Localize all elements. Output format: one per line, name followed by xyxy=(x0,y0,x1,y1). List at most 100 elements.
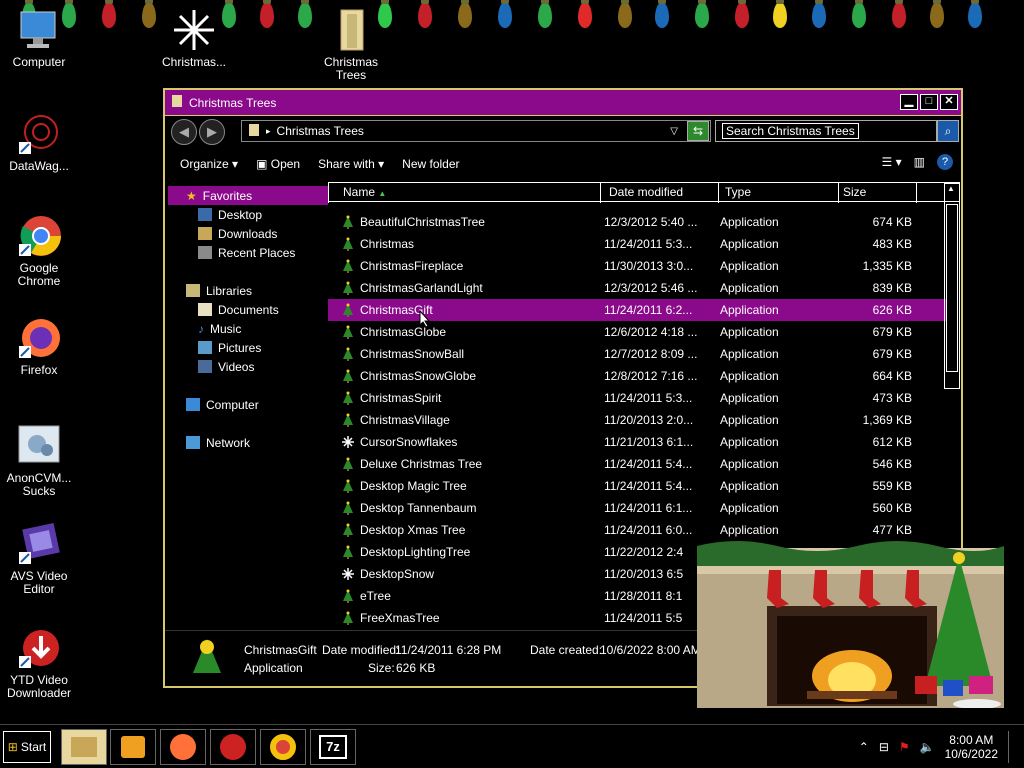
file-row[interactable]: ChristmasFireplace 11/30/2013 3:0... Appli… xyxy=(328,255,948,277)
refresh-button[interactable]: ⇆ xyxy=(687,121,709,141)
desktop-icon-anoncvm[interactable]: AnonCVM... Sucks xyxy=(0,424,78,498)
file-size: 612 KB xyxy=(872,435,912,449)
file-row[interactable]: Desktop Magic Tree 11/24/2011 5:4... Appli… xyxy=(328,475,948,497)
open-button[interactable]: ▣ Open xyxy=(256,157,300,171)
column-headers: Name ▲ Date modified Type Size xyxy=(328,182,960,203)
file-size: 674 KB xyxy=(872,215,912,229)
desktop-icon-firefox[interactable]: Firefox xyxy=(0,316,78,377)
taskbar-ytd-button[interactable] xyxy=(210,729,256,765)
nav-pictures[interactable]: Pictures xyxy=(168,338,328,357)
close-button[interactable]: ✕ xyxy=(940,94,958,110)
minimize-button[interactable]: ▁ xyxy=(900,94,918,110)
christmas-tree-icon xyxy=(342,347,354,361)
star-icon: ★ xyxy=(186,188,197,203)
details-type: Application xyxy=(244,661,303,675)
desktop-icon-avs-video-editor[interactable]: AVS Video Editor xyxy=(0,522,78,596)
desktop-icon-christmas-trees[interactable]: Christmas Trees xyxy=(312,8,390,82)
new-folder-button[interactable]: New folder xyxy=(402,157,459,171)
search-icon[interactable]: ⌕ xyxy=(937,120,959,142)
taskbar-explorer-button[interactable] xyxy=(61,729,107,765)
christmas-tree-icon xyxy=(342,501,354,515)
nav-music[interactable]: ♪ Music xyxy=(168,319,328,338)
preview-pane-icon[interactable]: ▥ xyxy=(914,155,925,169)
nav-downloads[interactable]: Downloads xyxy=(168,224,328,243)
file-row[interactable]: ChristmasSpirit 11/24/2011 5:3... Applicat… xyxy=(328,387,948,409)
column-header-name[interactable]: Name ▲ xyxy=(328,183,600,203)
taskbar-media-player-button[interactable] xyxy=(110,729,156,765)
start-label: Start xyxy=(20,740,47,754)
vertical-scrollbar[interactable]: ▲ xyxy=(944,183,960,389)
nav-recent-places[interactable]: Recent Places xyxy=(168,243,328,262)
desktop-icon-computer[interactable]: Computer xyxy=(0,8,78,69)
nav-libraries[interactable]: Libraries xyxy=(168,281,328,300)
file-name: ChristmasGarlandLight xyxy=(360,281,483,295)
file-row[interactable]: ChristmasSnowBall 12/7/2012 8:09 ... Appli… xyxy=(328,343,948,365)
file-row[interactable]: Desktop Tannenbaum 11/24/2011 6:1... Appli… xyxy=(328,497,948,519)
christmas-tree-icon xyxy=(342,457,354,471)
clock[interactable]: 8:00 AM 10/6/2022 xyxy=(945,733,998,761)
share-with-menu[interactable]: Share with ▾ xyxy=(318,157,384,171)
desktop-icon-datawag[interactable]: DataWag... xyxy=(0,112,78,173)
column-header-type[interactable]: Type xyxy=(718,183,838,203)
network-status-icon[interactable]: ⊟ xyxy=(879,740,889,754)
file-name-cell: ChristmasVillage xyxy=(328,413,594,427)
file-name-cell: BeautifulChristmasTree xyxy=(328,215,594,229)
file-type: Application xyxy=(720,347,779,361)
file-row[interactable]: ChristmasVillage 11/20/2013 2:0... Applica… xyxy=(328,409,948,431)
nav-desktop[interactable]: Desktop xyxy=(168,205,328,224)
file-row[interactable]: BeautifulChristmasTree 12/3/2012 5:40 ...… xyxy=(328,211,948,233)
file-row[interactable]: ChristmasSnowGlobe 12/8/2012 7:16 ... Appl… xyxy=(328,365,948,387)
file-name-cell: Desktop Tannenbaum xyxy=(328,501,594,515)
chevron-down-icon[interactable]: ▽ xyxy=(670,126,678,137)
show-hidden-icons-icon[interactable]: ⌃ xyxy=(859,740,869,754)
file-size: 1,369 KB xyxy=(862,413,912,427)
title-bar[interactable]: Christmas Trees xyxy=(165,90,961,116)
scroll-up-icon[interactable]: ▲ xyxy=(947,184,955,193)
search-input[interactable]: Search Christmas Trees xyxy=(715,120,937,142)
forward-button[interactable]: ▶ xyxy=(199,119,225,145)
show-desktop-button[interactable] xyxy=(1008,731,1018,763)
taskbar-7zip-button[interactable]: 7z xyxy=(310,729,356,765)
file-row[interactable]: CursorSnowflakes 11/21/2013 6:1... Applica… xyxy=(328,431,948,453)
scrollbar-thumb[interactable] xyxy=(946,204,958,372)
file-row[interactable]: Christmas 11/24/2011 5:3... Application 483… xyxy=(328,233,948,255)
file-name: Christmas xyxy=(360,237,415,251)
taskbar-chrome-button[interactable] xyxy=(260,729,306,765)
desktop-icon-label: Christmas Trees xyxy=(323,55,378,82)
desktop-icon-christmas[interactable]: Christmas... xyxy=(155,8,233,69)
nav-videos[interactable]: Videos xyxy=(168,357,328,376)
file-name: Desktop Xmas Tree xyxy=(360,523,466,537)
file-row[interactable]: ChristmasGarlandLight 12/3/2012 5:46 ... A… xyxy=(328,277,948,299)
volume-icon[interactable]: 🔈 xyxy=(920,740,935,754)
file-name: Desktop Magic Tree xyxy=(360,479,467,493)
nav-favorites[interactable]: ★ Favorites xyxy=(168,186,328,205)
column-header-date[interactable]: Date modified xyxy=(600,183,718,203)
taskbar-firefox-button[interactable] xyxy=(160,729,206,765)
back-button[interactable]: ◀ xyxy=(171,119,197,145)
toolbar: Organize ▾ ▣ Open Share with ▾ New folde… xyxy=(165,150,961,178)
file-date: 12/6/2012 4:18 ... xyxy=(604,325,698,339)
help-icon[interactable]: ? xyxy=(937,154,953,170)
nav-network[interactable]: Network xyxy=(168,433,328,452)
maximize-button[interactable]: □ xyxy=(920,94,938,110)
nav-computer[interactable]: Computer xyxy=(168,395,328,414)
file-row[interactable]: Deluxe Christmas Tree 11/24/2011 5:4... Ap… xyxy=(328,453,948,475)
address-bar[interactable]: ▸ Christmas Trees ▽ xyxy=(241,120,711,142)
start-button[interactable]: ⊞ Start xyxy=(3,731,51,763)
file-date: 11/21/2013 6:1... xyxy=(604,435,694,449)
desktop-icon-ytd[interactable]: YTD Video Downloader xyxy=(0,626,78,700)
file-name-cell: ChristmasSnowBall xyxy=(328,347,594,361)
file-name-cell: ChristmasGlobe xyxy=(328,325,594,339)
light-bulb-icon xyxy=(260,0,274,28)
light-bulb-icon xyxy=(695,0,709,28)
file-name: BeautifulChristmasTree xyxy=(360,215,485,229)
file-type: Application xyxy=(720,435,779,449)
file-name: DesktopLightingTree xyxy=(360,545,471,559)
action-center-icon[interactable]: ⚑ xyxy=(899,740,910,754)
light-bulb-icon xyxy=(538,0,552,28)
view-options-icon[interactable]: ☰ ▾ xyxy=(882,155,902,169)
nav-documents[interactable]: Documents xyxy=(168,300,328,319)
column-header-size[interactable]: Size xyxy=(838,183,916,203)
desktop-icon-chrome[interactable]: Google Chrome xyxy=(0,214,78,288)
organize-menu[interactable]: Organize ▾ xyxy=(180,157,238,171)
